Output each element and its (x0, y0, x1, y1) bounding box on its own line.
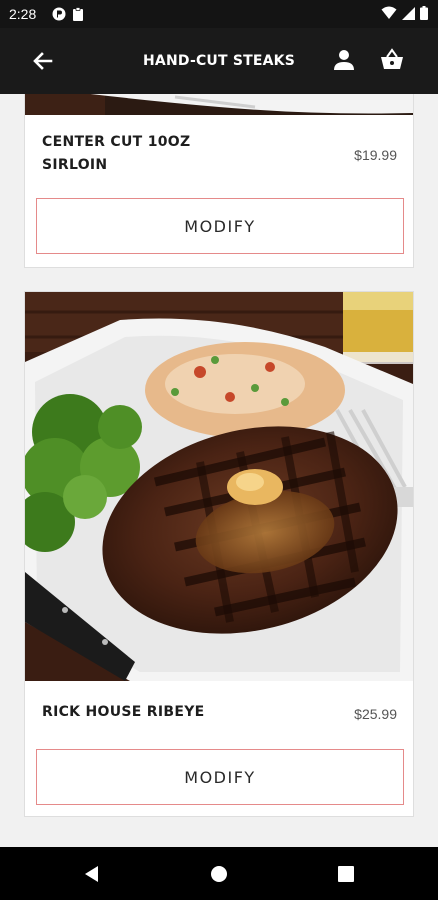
item-image (25, 94, 413, 115)
nav-home-button[interactable] (209, 864, 229, 884)
item-name: RICK HOUSE RIBEYE (42, 704, 205, 720)
app-bar: HAND-CUT STEAKS (0, 28, 438, 94)
menu-item-card[interactable]: RICK HOUSE RIBEYE $25.99 MODIFY (24, 291, 414, 817)
account-button[interactable] (330, 46, 358, 74)
item-image (25, 292, 413, 681)
page-title: HAND-CUT STEAKS (143, 53, 295, 69)
clipboard-icon (73, 7, 83, 21)
signal-icon (402, 6, 415, 20)
status-bar: 2:28 (0, 0, 438, 28)
battery-icon (420, 6, 428, 20)
wifi-icon (381, 6, 397, 19)
triangle-back-icon (85, 866, 98, 882)
menu-list[interactable]: CENTER CUT 10OZ SIRLOIN $19.99 MODIFY RI… (0, 94, 438, 847)
menu-item-card[interactable]: CENTER CUT 10OZ SIRLOIN $19.99 MODIFY (24, 94, 414, 268)
square-recents-icon (338, 866, 354, 882)
modify-button[interactable]: MODIFY (36, 198, 404, 254)
basket-icon (381, 48, 403, 69)
status-time: 2:28 (9, 6, 37, 22)
p-badge-icon (52, 7, 66, 21)
nav-back-button[interactable] (82, 864, 102, 884)
item-price: $25.99 (354, 706, 397, 722)
item-price: $19.99 (354, 147, 397, 163)
person-icon (334, 50, 354, 70)
basket-button[interactable] (378, 46, 406, 74)
system-nav-bar (0, 847, 438, 900)
nav-recents-button[interactable] (336, 864, 356, 884)
item-name: CENTER CUT 10OZ SIRLOIN (42, 134, 191, 173)
circle-home-icon (211, 866, 227, 882)
modify-button[interactable]: MODIFY (36, 749, 404, 805)
